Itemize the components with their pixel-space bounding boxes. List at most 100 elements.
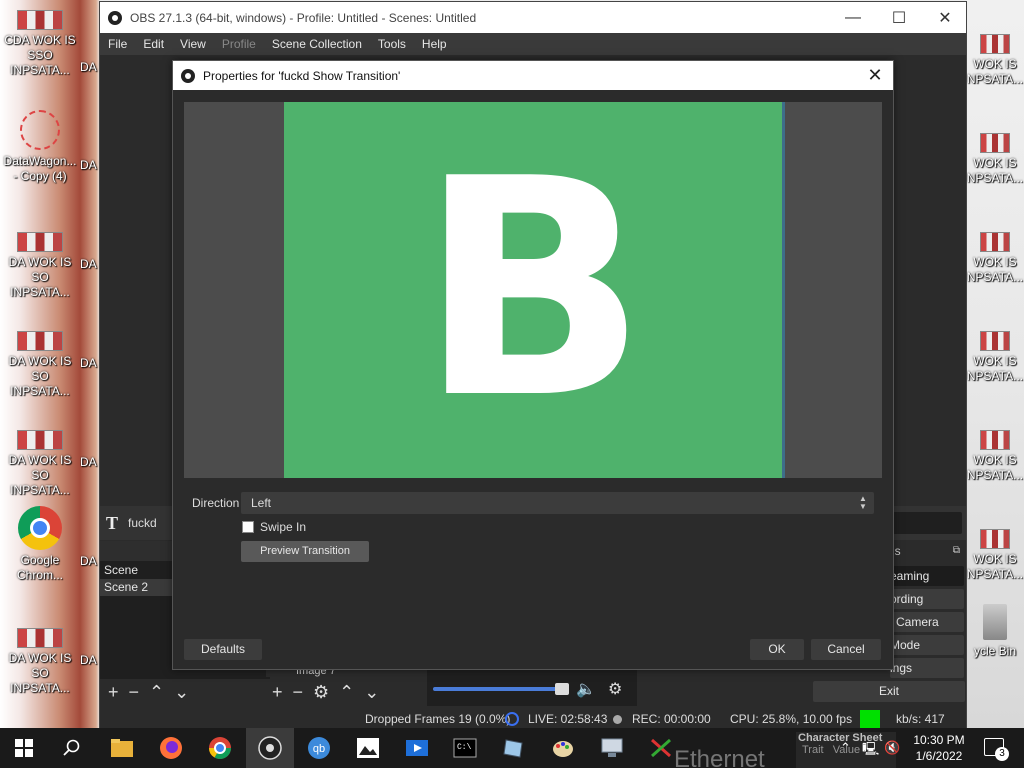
desktop-icon-1[interactable]: CDA WOK IS SSO INPSATA...: [0, 10, 80, 78]
obs-taskbar-icon[interactable]: [256, 734, 284, 762]
image-thumbnail-icon: [17, 628, 63, 648]
desktop-icon-right-1[interactable]: WOK IS NPSATA...: [966, 34, 1024, 87]
photos-icon[interactable]: [354, 734, 382, 762]
remove-scene-icon[interactable]: −: [129, 682, 140, 703]
start-recording-button[interactable]: ording: [890, 589, 964, 609]
obs-title-bar[interactable]: OBS 27.1.3 (64-bit, windows) - Profile: …: [100, 2, 966, 33]
ok-button[interactable]: OK: [750, 639, 804, 660]
start-streaming-button[interactable]: eaming: [890, 566, 964, 586]
direction-select[interactable]: Left ▲ ▼: [241, 492, 874, 514]
preview-edge: [782, 102, 785, 478]
studio-mode-button[interactable]: Mode: [890, 635, 964, 655]
preview-transition-button[interactable]: Preview Transition: [241, 541, 369, 562]
volume-muted-icon[interactable]: 🔇: [884, 740, 900, 756]
add-scene-icon[interactable]: +: [108, 682, 119, 703]
image-thumbnail-icon: [980, 529, 1010, 549]
remote-desktop-icon[interactable]: [598, 734, 626, 762]
search-icon[interactable]: [58, 734, 86, 762]
tools-icon[interactable]: [647, 734, 675, 762]
desktop-icon-right-5[interactable]: WOK IS NPSATA...: [966, 430, 1024, 483]
move-down-icon[interactable]: ⌄: [174, 682, 189, 703]
chrome-taskbar-icon[interactable]: [206, 734, 234, 762]
desktop-icon-right-4[interactable]: WOK IS NPSATA...: [966, 331, 1024, 384]
clock-date: 1/6/2022: [915, 749, 963, 763]
source-name-field[interactable]: [890, 512, 962, 534]
desktop-icon-7[interactable]: DA WOK IS SO INPSATA...: [0, 628, 80, 696]
text-source-icon: T: [106, 512, 119, 533]
source-properties-gear-icon[interactable]: ⚙: [313, 682, 329, 703]
minimize-icon[interactable]: —: [830, 2, 876, 33]
sources-toolbar: + − ⚙ ⌃ ⌄: [272, 681, 379, 703]
desktop-icon-right-6[interactable]: WOK IS NPSATA...: [966, 529, 1024, 582]
tray-overflow-chevron-icon[interactable]: ⌃: [840, 740, 851, 756]
swipe-in-checkbox[interactable]: [242, 521, 254, 533]
desktop-icon-label: WOK IS NPSATA...: [966, 453, 1024, 482]
obs-logo-icon: [108, 10, 122, 25]
windows-start-icon[interactable]: [10, 734, 38, 762]
mixer-gear-icon[interactable]: ⚙: [608, 679, 622, 699]
direction-value: Left: [251, 496, 272, 510]
desktop-icon-label: WOK IS NPSATA...: [966, 354, 1024, 383]
desktop-icon-3[interactable]: DA WOK IS SO INPSATA...: [0, 232, 80, 300]
network-icon[interactable]: 🖳: [862, 740, 879, 762]
dock-float-icon[interactable]: ⧉: [953, 541, 960, 561]
source-name: fuckd: [128, 516, 157, 530]
menu-tools[interactable]: Tools: [370, 37, 414, 51]
close-icon[interactable]: ✕: [922, 2, 968, 33]
menu-view[interactable]: View: [172, 37, 214, 51]
source-up-icon[interactable]: ⌃: [339, 682, 354, 703]
scenes-toolbar: + − ⌃ ⌄: [108, 681, 189, 703]
obs-logo-icon: [181, 68, 195, 83]
desktop-icon-5[interactable]: DA WOK IS SO INPSATA...: [0, 430, 80, 498]
notes-app-icon[interactable]: [500, 734, 528, 762]
settings-button[interactable]: ings: [890, 658, 964, 678]
taskbar-clock[interactable]: 10:30 PM 1/6/2022: [906, 732, 972, 764]
qbittorrent-icon[interactable]: qb: [305, 734, 333, 762]
ethernet-ghost-text: Ethernet: [674, 746, 765, 768]
menu-profile[interactable]: Profile: [214, 37, 264, 51]
video-editor-icon[interactable]: [403, 734, 431, 762]
speaker-icon[interactable]: 🔈: [576, 679, 596, 699]
desktop-icon-right-2[interactable]: WOK IS NPSATA...: [966, 133, 1024, 186]
notification-center-icon[interactable]: 3: [984, 738, 1009, 761]
clock-time: 10:30 PM: [913, 733, 965, 747]
cancel-button[interactable]: Cancel: [811, 639, 881, 660]
dialog-title-bar[interactable]: Properties for 'fuckd Show Transition' ✕: [173, 61, 893, 90]
source-down-icon[interactable]: ⌄: [364, 682, 379, 703]
exit-button[interactable]: Exit: [813, 681, 965, 702]
virtual-camera-button[interactable]: l Camera: [890, 612, 964, 632]
dropped-frames: Dropped Frames 19 (0.0%): [365, 712, 511, 726]
remove-source-icon[interactable]: −: [293, 682, 304, 703]
firefox-icon[interactable]: [157, 734, 185, 762]
paint-icon[interactable]: [549, 734, 577, 762]
desktop-icon-label: DA WOK IS SO INPSATA...: [8, 651, 72, 695]
menu-scene-collection[interactable]: Scene Collection: [264, 37, 370, 51]
desktop-icon-recycle-bin[interactable]: ycle Bin: [966, 604, 1024, 659]
menu-edit[interactable]: Edit: [135, 37, 172, 51]
menu-help[interactable]: Help: [414, 37, 455, 51]
recycle-bin-icon: [983, 604, 1007, 640]
desktop-icon-right-3[interactable]: WOK IS NPSATA...: [966, 232, 1024, 285]
move-up-icon[interactable]: ⌃: [149, 682, 164, 703]
desktop-icon-label: WOK IS NPSATA...: [966, 552, 1024, 581]
desktop-icon-label: Google Chrom...: [16, 553, 63, 582]
file-explorer-icon[interactable]: [108, 734, 136, 762]
volume-slider-track[interactable]: [433, 687, 567, 691]
defaults-button[interactable]: Defaults: [184, 639, 262, 660]
volume-slider-handle[interactable]: [555, 683, 569, 695]
desktop-icon-label: WOK IS NPSATA...: [966, 255, 1024, 284]
terminal-icon[interactable]: C:\: [451, 734, 479, 762]
dialog-close-icon[interactable]: ✕: [865, 66, 885, 84]
select-arrows-icon: ▲ ▼: [859, 494, 867, 511]
menu-file[interactable]: File: [100, 37, 135, 51]
swipe-in-row[interactable]: Swipe In: [242, 520, 306, 534]
desktop-icon-4[interactable]: DA WOK IS SO INPSATA...: [0, 331, 80, 399]
desktop-icon-2[interactable]: DataWagon... - Copy (4): [0, 110, 80, 184]
svg-text:qb: qb: [313, 743, 325, 755]
desktop-icon-chrome[interactable]: Google Chrom...: [0, 506, 80, 583]
add-source-icon[interactable]: +: [272, 682, 283, 703]
image-thumbnail-icon: [980, 133, 1010, 153]
notification-count-badge: 3: [995, 747, 1009, 761]
image-thumbnail-icon: [17, 232, 63, 252]
maximize-icon[interactable]: ☐: [876, 2, 922, 33]
